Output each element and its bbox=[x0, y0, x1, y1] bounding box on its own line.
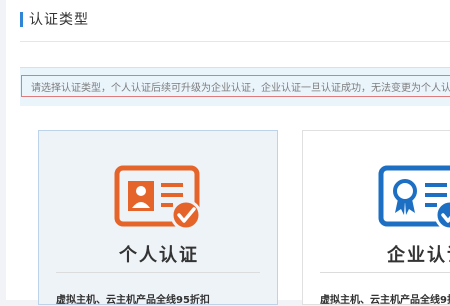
section-title: 认证类型 bbox=[29, 12, 89, 28]
enterprise-card-divider bbox=[320, 272, 450, 273]
notice-banner: 请选择认证类型，个人认证后续可升级为企业认证，企业认证一旦认证成功，无法变更为个… bbox=[20, 67, 450, 106]
enterprise-auth-card[interactable]: 企业认证 虚拟主机、云主机产品全线9折 bbox=[302, 130, 450, 306]
personal-auth-card[interactable]: 个人认证 虚拟主机、云主机产品全线95折扣 bbox=[38, 130, 278, 306]
enterprise-certificate-icon bbox=[378, 165, 450, 235]
title-divider bbox=[20, 41, 450, 42]
personal-id-card-icon bbox=[114, 165, 204, 235]
notice-box: 请选择认证类型，个人认证后续可升级为企业认证，企业认证一旦认证成功，无法变更为个… bbox=[21, 75, 450, 97]
section-header: 认证类型 bbox=[20, 10, 89, 28]
notice-text: 请选择认证类型，个人认证后续可升级为企业认证，企业认证一旦认证成功，无法变更为个… bbox=[31, 82, 450, 94]
personal-card-title: 个人认证 bbox=[119, 245, 199, 266]
content-panel: 认证类型 请选择认证类型，个人认证后续可升级为企业认证，企业认证一旦认证成功，无… bbox=[6, 0, 450, 306]
title-accent-bar bbox=[20, 11, 23, 27]
enterprise-card-desc: 虚拟主机、云主机产品全线9折 bbox=[320, 295, 450, 306]
enterprise-card-title: 企业认证 bbox=[387, 245, 450, 266]
personal-card-desc: 虚拟主机、云主机产品全线95折扣 bbox=[56, 295, 210, 306]
personal-card-divider bbox=[56, 272, 260, 273]
